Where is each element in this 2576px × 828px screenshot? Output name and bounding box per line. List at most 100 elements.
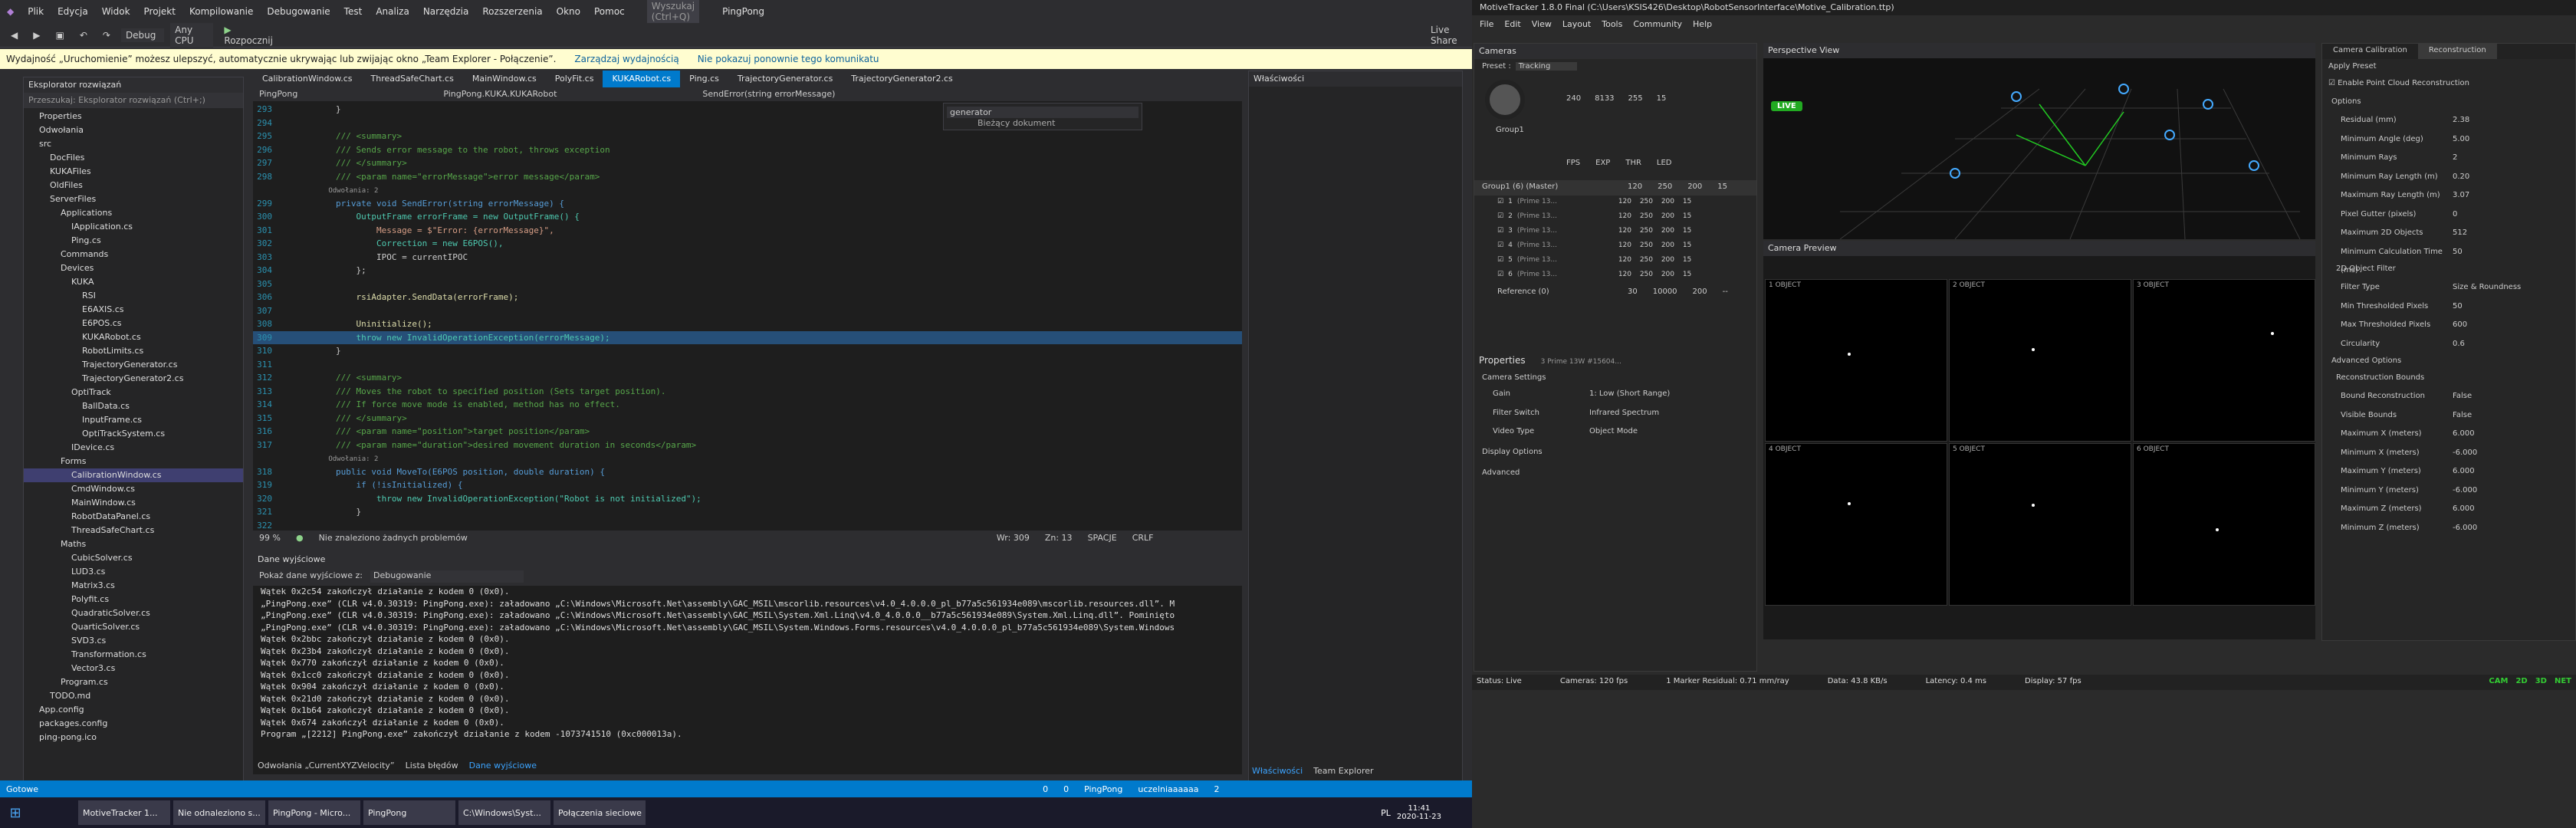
apply-preset[interactable]: Apply Preset xyxy=(2322,59,2575,76)
calib-row[interactable]: Maximum 2D Objects 512 xyxy=(2322,224,2575,243)
code-line[interactable]: 302 Correction = new E6POS(), xyxy=(253,237,1242,251)
menu-item[interactable]: Pomoc xyxy=(587,6,632,17)
camera-settings-header[interactable]: Camera Settings xyxy=(1474,370,1756,385)
tree-item[interactable]: KUKAFiles xyxy=(24,165,243,179)
find-scope[interactable]: Bieżący dokument xyxy=(947,118,1138,128)
code-line[interactable]: 297 /// </summary> xyxy=(253,156,1242,170)
back-icon[interactable]: ◀ xyxy=(6,28,22,42)
tree-item[interactable]: CmdWindow.cs xyxy=(24,482,243,496)
perspective-view[interactable]: Perspective View LIVE xyxy=(1763,43,2315,239)
checkbox-icon[interactable]: ☑ xyxy=(1497,256,1503,266)
tree-item[interactable]: RSI xyxy=(24,289,243,303)
checkbox-icon[interactable]: ☑ xyxy=(1497,212,1503,222)
menu-item[interactable]: Okno xyxy=(550,6,587,17)
tree-item[interactable]: IApplication.cs xyxy=(24,220,243,234)
code-line[interactable]: 295 /// <summary> xyxy=(253,130,1242,143)
error-count[interactable]: 0 xyxy=(1043,784,1048,794)
tree-item[interactable]: Program.cs xyxy=(24,675,243,689)
camera-preview-cell[interactable]: 3 OBJECT xyxy=(2133,279,2315,442)
checkbox-icon[interactable]: ☑ xyxy=(1497,198,1503,208)
live-share-button[interactable]: Live Share xyxy=(1426,23,1472,48)
tree-item[interactable]: Odwołania xyxy=(24,123,243,137)
tree-item[interactable]: KUKA xyxy=(24,275,243,289)
calib-row[interactable]: Minimum Rays 2 xyxy=(2322,149,2575,168)
camera-row[interactable]: ☑ 4 (Prime 13... 120 250 200 15 xyxy=(1474,239,1756,254)
tree-item[interactable]: OptiTrackSystem.cs xyxy=(24,427,243,441)
line-ending[interactable]: CRLF xyxy=(1132,533,1154,544)
tree-item[interactable]: Commands xyxy=(24,248,243,261)
code-line[interactable]: 320 throw new InvalidOperationException(… xyxy=(253,492,1242,506)
display-options-header[interactable]: Display Options xyxy=(1474,442,1756,462)
code-line[interactable]: 315 /// </summary> xyxy=(253,412,1242,426)
calib-row[interactable]: Pixel Gutter (pixels) 0 xyxy=(2322,205,2575,225)
code-line[interactable]: 312 /// <summary> xyxy=(253,371,1242,385)
camera-preview-cell[interactable]: 5 OBJECT xyxy=(1949,443,2131,606)
code-line[interactable]: 309 throw new InvalidOperationException(… xyxy=(253,330,1242,344)
menu-item[interactable]: Rozszerzenia xyxy=(475,6,549,17)
save-icon[interactable]: ▣ xyxy=(51,28,68,42)
options-header[interactable]: Options xyxy=(2322,94,2575,111)
calib-row[interactable]: Minimum Y (meters) -6.000 xyxy=(2322,481,2575,501)
camera-preview-cell[interactable]: 1 OBJECT xyxy=(1765,279,1947,442)
tree-item[interactable]: TrajectoryGenerator2.cs xyxy=(24,372,243,386)
bottom-tab[interactable]: Dane wyjściowe xyxy=(469,761,537,770)
tree-item[interactable]: Polyfit.cs xyxy=(24,593,243,606)
tree-item[interactable]: MainWindow.cs xyxy=(24,496,243,510)
tree-item[interactable]: Devices xyxy=(24,261,243,275)
manage-performance-link[interactable]: Zarządzaj wydajnością xyxy=(574,54,678,64)
run-button[interactable]: ▶ Rozpocznij xyxy=(219,23,278,48)
branch-name[interactable]: uczelniaaaaaa xyxy=(1138,784,1198,794)
mode-badge[interactable]: 3D xyxy=(2535,677,2547,688)
mt-menu-item[interactable]: View xyxy=(1532,19,1552,30)
checkbox-icon[interactable]: ☑ xyxy=(1497,242,1503,251)
code-line[interactable]: 301 Message = $"Error: {errorMessage}", xyxy=(253,224,1242,238)
dont-show-link[interactable]: Nie pokazuj ponownie tego komunikatu xyxy=(698,54,879,64)
calib-row[interactable]: Filter Type Size & Roundness xyxy=(2322,278,2575,297)
warning-count[interactable]: 0 xyxy=(1063,784,1069,794)
camera-row[interactable]: ☑ 6 (Prime 13... 120 250 200 15 xyxy=(1474,268,1756,283)
editor-tab[interactable]: PolyFit.cs xyxy=(546,71,603,87)
menu-item[interactable]: Debugowanie xyxy=(260,6,337,17)
preset-select[interactable]: Tracking xyxy=(1515,62,1577,71)
code-line[interactable]: Odwołania: 2 xyxy=(253,183,1242,197)
editor-tab[interactable]: CalibrationWindow.cs xyxy=(253,71,362,87)
output-source-select[interactable]: Debugowanie xyxy=(370,570,524,583)
redo-icon[interactable]: ↷ xyxy=(98,28,115,42)
indent-mode[interactable]: SPACJE xyxy=(1088,533,1117,544)
code-line[interactable]: 310 } xyxy=(253,344,1242,358)
code-line[interactable]: 303 IPOC = currentIPOC xyxy=(253,251,1242,264)
zoom-level[interactable]: 99 % xyxy=(259,533,281,544)
editor-tab[interactable]: TrajectoryGenerator.cs xyxy=(728,71,842,87)
menu-item[interactable]: Edycja xyxy=(51,6,95,17)
right-tab[interactable]: Właściwości xyxy=(1252,766,1303,776)
tree-item[interactable]: src xyxy=(24,137,243,151)
nav-class[interactable]: PingPong.KUKA.KUKARobot xyxy=(443,89,557,100)
filter-header[interactable]: 2D Object Filter xyxy=(2322,261,2575,278)
tree-item[interactable]: CubicSolver.cs xyxy=(24,551,243,565)
tree-item[interactable]: ping-pong.ico xyxy=(24,731,243,744)
taskbar-app[interactable]: C:\Windows\Syst... xyxy=(458,800,550,825)
calib-row[interactable]: Minimum Angle (deg) 5.00 xyxy=(2322,130,2575,150)
menu-item[interactable]: Kompilowanie xyxy=(182,6,260,17)
platform-select[interactable]: Any CPU xyxy=(170,22,214,48)
taskbar-app[interactable]: PingPong xyxy=(363,800,455,825)
tree-item[interactable]: CalibrationWindow.cs xyxy=(24,468,243,482)
camera-row[interactable]: ☑ 1 (Prime 13... 120 250 200 15 xyxy=(1474,196,1756,210)
enable-reconstruction[interactable]: ☑ Enable Point Cloud Reconstruction xyxy=(2322,76,2575,94)
bottom-tab[interactable]: Odwołania „CurrentXYZVelocity” xyxy=(258,761,395,770)
calib-tab[interactable]: Camera Calibration xyxy=(2322,44,2418,59)
tree-item[interactable]: RobotLimits.cs xyxy=(24,344,243,358)
tree-item[interactable]: DocFiles xyxy=(24,151,243,165)
taskbar-app[interactable]: Połączenia sieciowe xyxy=(554,800,646,825)
calib-row[interactable]: Maximum Z (meters) 6.000 xyxy=(2322,500,2575,519)
tree-item[interactable]: App.config xyxy=(24,703,243,717)
mode-badge[interactable]: CAM xyxy=(2489,677,2508,688)
code-line[interactable]: 304 }; xyxy=(253,264,1242,278)
bottom-tab[interactable]: Lista błędów xyxy=(406,761,458,770)
calib-tab[interactable]: Reconstruction xyxy=(2417,44,2497,59)
tree-item[interactable]: Forms xyxy=(24,455,243,468)
code-line[interactable]: 306 rsiAdapter.SendData(errorFrame); xyxy=(253,291,1242,304)
code-line[interactable]: 321 } xyxy=(253,505,1242,519)
nav-member[interactable]: SendError(string errorMessage) xyxy=(702,89,835,100)
advanced-header[interactable]: Advanced xyxy=(1474,462,1756,483)
